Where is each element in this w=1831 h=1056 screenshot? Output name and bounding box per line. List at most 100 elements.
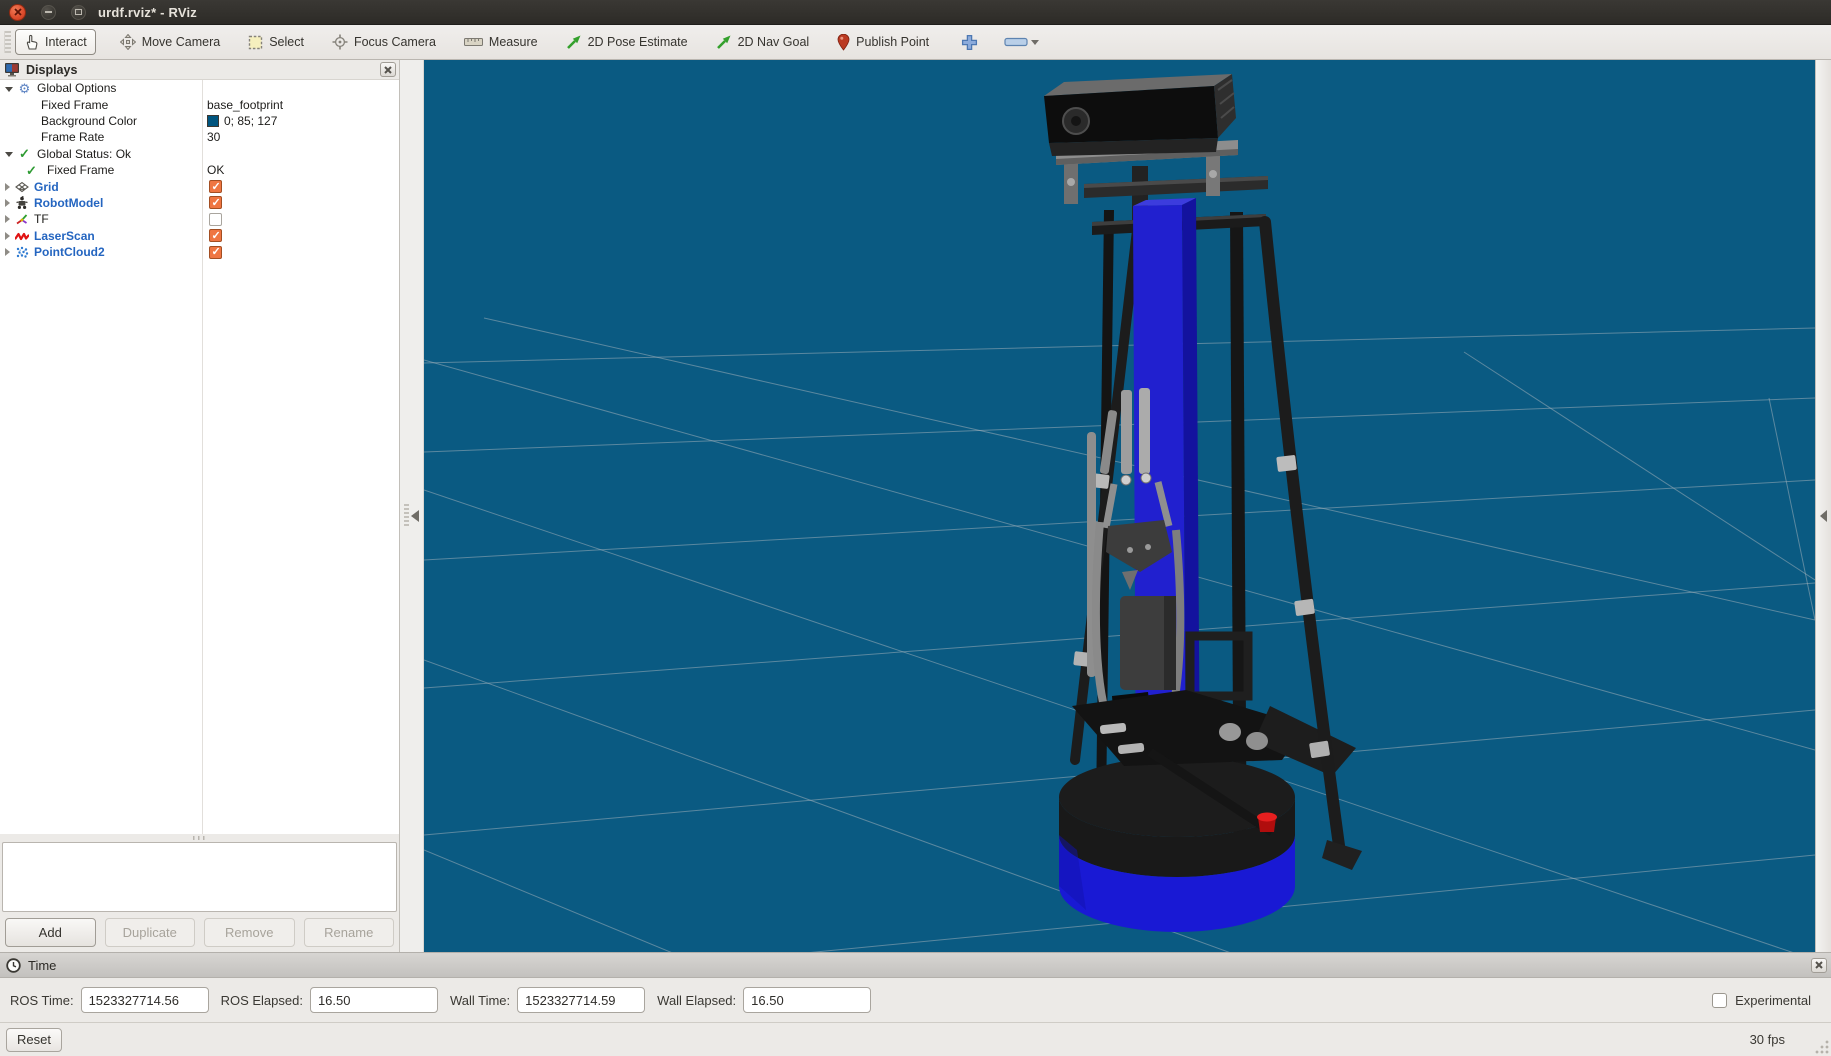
window-minimize-button[interactable]	[41, 5, 56, 20]
expander-closed-icon[interactable]	[5, 183, 10, 191]
tool-label: Publish Point	[856, 35, 929, 49]
frame-rate-value[interactable]: 30	[202, 130, 399, 144]
row-label: Background Color	[41, 114, 137, 128]
tree-row[interactable]: ✓ Fixed Frame OK	[0, 162, 399, 178]
tool-label: Measure	[489, 35, 538, 49]
tool-label: 2D Pose Estimate	[588, 35, 688, 49]
tool-2d-nav-goal[interactable]: 2D Nav Goal	[708, 30, 818, 54]
row-label: RobotModel	[34, 196, 103, 210]
remove-button: Remove	[204, 918, 295, 947]
expander-open-icon[interactable]	[5, 87, 13, 92]
expander-closed-icon[interactable]	[5, 199, 10, 207]
tool-2d-pose-estimate[interactable]: 2D Pose Estimate	[558, 30, 696, 54]
selection-box-icon	[248, 35, 263, 50]
add-button[interactable]: Add	[5, 918, 96, 947]
row-label: Grid	[34, 180, 59, 194]
grid-enabled-checkbox[interactable]	[209, 180, 222, 193]
expander-closed-icon[interactable]	[5, 232, 10, 240]
tree-row[interactable]: Frame Rate 30	[0, 129, 399, 145]
fps-counter: 30 fps	[1750, 1032, 1785, 1047]
clock-icon	[6, 958, 21, 973]
tree-row-pointcloud2[interactable]: PointCloud2	[0, 244, 399, 260]
ros-time-label: ROS Time:	[10, 993, 74, 1008]
toolbar: Interact Move Camera Select Focus Camera	[0, 25, 1831, 60]
right-splitter[interactable]	[1815, 60, 1831, 952]
collapse-right-icon[interactable]	[1820, 510, 1827, 522]
tool-publish-point[interactable]: Publish Point	[829, 30, 937, 55]
time-panel-close-button[interactable]	[1811, 958, 1827, 973]
toolbar-drag-handle[interactable]	[4, 31, 11, 53]
ros-elapsed-input[interactable]	[310, 987, 438, 1013]
map-pin-icon	[837, 34, 850, 51]
tool-focus-camera[interactable]: Focus Camera	[324, 30, 444, 54]
ros-time-input[interactable]	[81, 987, 209, 1013]
add-tool-button[interactable]	[961, 34, 978, 51]
displays-tree: ⚙ Global Options Fixed Frame base_footpr…	[0, 80, 399, 834]
time-panel-title: Time	[28, 958, 1811, 973]
experimental-checkbox[interactable]	[1712, 993, 1727, 1008]
experimental-label: Experimental	[1735, 993, 1811, 1008]
color-value-text: 0; 85; 127	[224, 114, 277, 128]
collapse-left-icon[interactable]	[411, 510, 419, 522]
tool-move-camera[interactable]: Move Camera	[112, 30, 229, 54]
close-icon	[14, 8, 22, 16]
expander-open-icon[interactable]	[5, 152, 13, 157]
3d-viewport[interactable]	[424, 60, 1815, 952]
wall-time-input[interactable]	[517, 987, 645, 1013]
laserscan-enabled-checkbox[interactable]	[209, 229, 222, 242]
tree-row-robotmodel[interactable]: RobotModel	[0, 195, 399, 211]
resize-grip[interactable]	[1815, 1040, 1829, 1054]
hand-pointer-icon	[24, 34, 39, 50]
row-label: Fixed Frame	[41, 98, 108, 112]
displays-panel: Displays ⚙ Global Options Fixed Frame ba…	[0, 60, 400, 952]
status-ok-check-icon: ✓	[17, 147, 32, 161]
status-bar: Reset 30 fps	[0, 1022, 1831, 1056]
tf-enabled-checkbox[interactable]	[209, 213, 222, 226]
window-titlebar: urdf.rviz* - RViz	[0, 0, 1831, 25]
row-label: Global Status: Ok	[37, 147, 131, 161]
tree-row[interactable]: ⚙ Global Options	[0, 80, 399, 96]
tool-interact[interactable]: Interact	[15, 29, 96, 55]
left-splitter[interactable]	[400, 60, 424, 952]
pointcloud2-enabled-checkbox[interactable]	[209, 246, 222, 259]
tool-label: Move Camera	[142, 35, 221, 49]
splitter-grip	[193, 836, 207, 840]
chevron-down-icon[interactable]	[1031, 40, 1039, 45]
grid-icon	[14, 180, 29, 194]
expander-closed-icon[interactable]	[5, 215, 10, 223]
robotmodel-enabled-checkbox[interactable]	[209, 196, 222, 209]
displays-monitor-icon	[4, 62, 20, 77]
window-close-button[interactable]	[9, 4, 26, 21]
displays-actions: Add Duplicate Remove Rename	[0, 912, 399, 952]
fixed-frame-value[interactable]: base_footprint	[202, 98, 399, 112]
row-label: TF	[34, 212, 49, 226]
tree-column-divider[interactable]	[202, 80, 203, 834]
remove-tool-button[interactable]	[1004, 37, 1039, 47]
tool-measure[interactable]: Measure	[456, 31, 546, 53]
panel-horizontal-splitter[interactable]	[0, 834, 399, 842]
color-swatch	[207, 115, 219, 127]
tree-row-grid[interactable]: Grid	[0, 178, 399, 194]
reset-button[interactable]: Reset	[6, 1028, 62, 1052]
tree-row[interactable]: Fixed Frame base_footprint	[0, 96, 399, 112]
window-maximize-button[interactable]	[71, 5, 86, 20]
robot-model	[1044, 74, 1362, 932]
wall-elapsed-input[interactable]	[743, 987, 871, 1013]
expander-closed-icon[interactable]	[5, 248, 10, 256]
tree-row[interactable]: ✓ Global Status: Ok	[0, 146, 399, 162]
tree-row-laserscan[interactable]: LaserScan	[0, 228, 399, 244]
render-scene	[424, 60, 1815, 952]
window-title: urdf.rviz* - RViz	[98, 5, 197, 20]
tree-row-tf[interactable]: TF	[0, 211, 399, 227]
background-color-value[interactable]: 0; 85; 127	[202, 114, 399, 128]
maximize-icon	[75, 9, 82, 15]
displays-close-button[interactable]	[380, 62, 396, 77]
status-value: OK	[202, 163, 399, 177]
wall-elapsed-label: Wall Elapsed:	[657, 993, 736, 1008]
tool-label: 2D Nav Goal	[738, 35, 810, 49]
description-area	[2, 842, 397, 912]
tree-row[interactable]: Background Color 0; 85; 127	[0, 113, 399, 129]
duplicate-button: Duplicate	[105, 918, 196, 947]
tool-select[interactable]: Select	[240, 31, 312, 54]
time-panel-header: Time	[0, 952, 1831, 978]
